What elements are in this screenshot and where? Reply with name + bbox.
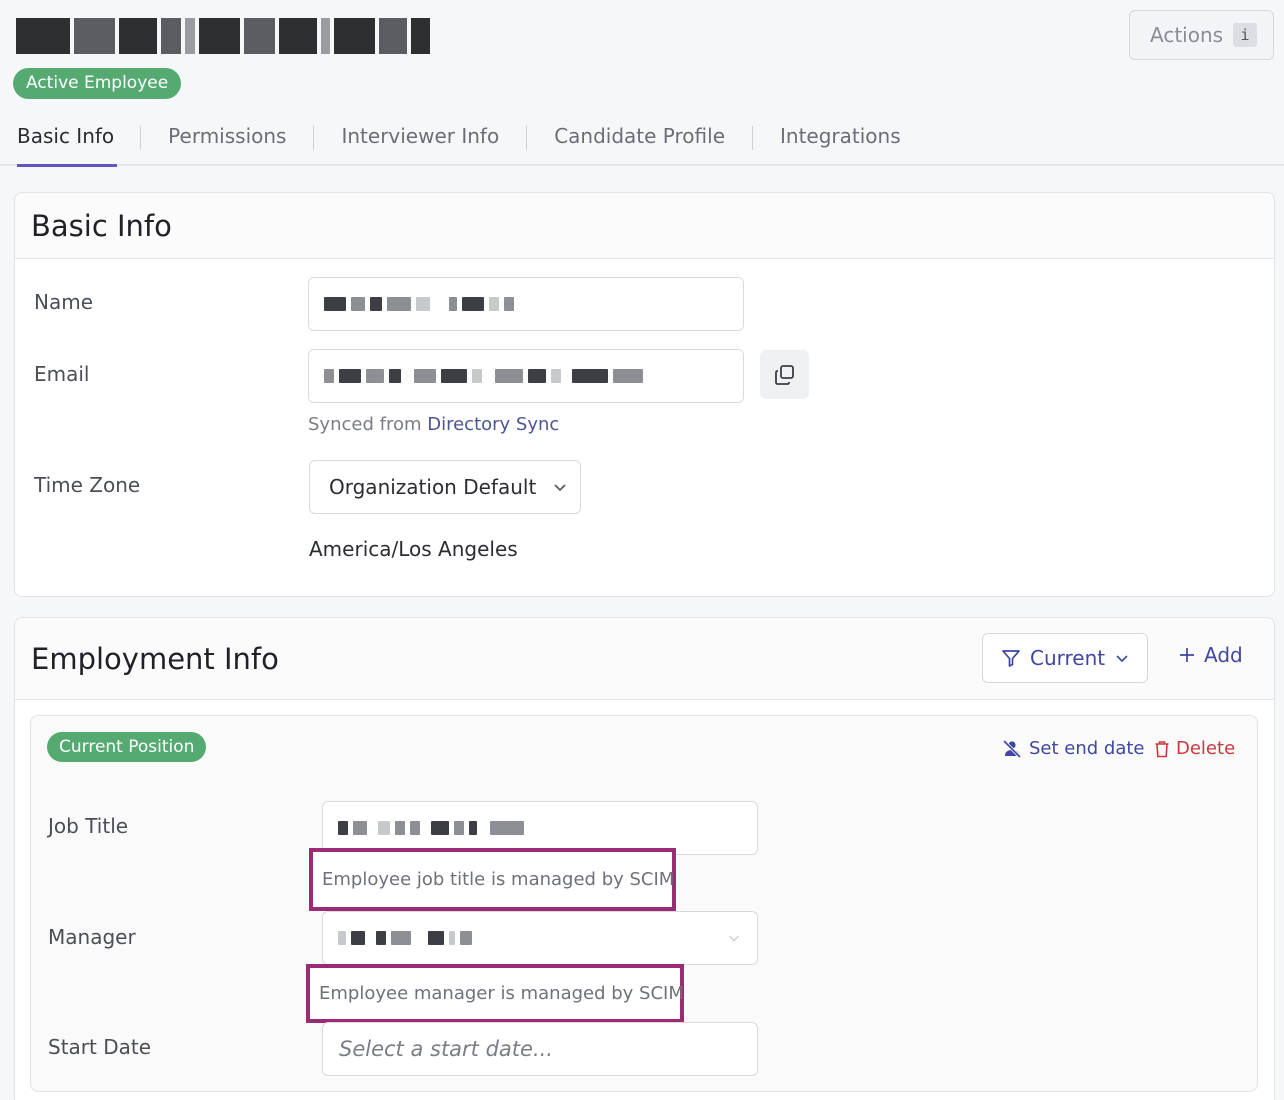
actions-label: Actions — [1150, 23, 1224, 47]
job-title-scim-note: Employee job title is managed by SCIM — [309, 848, 676, 911]
chevron-down-icon — [554, 484, 566, 492]
start-date-input[interactable]: Select a start date... — [322, 1022, 758, 1076]
current-position-badge: Current Position — [47, 732, 207, 762]
keyboard-shortcut-badge: i — [1233, 23, 1258, 47]
trash-icon — [1155, 740, 1169, 757]
name-value-redacted — [324, 297, 514, 311]
email-label: Email — [34, 362, 90, 386]
job-title-value-redacted — [338, 821, 524, 835]
chevron-down-icon — [1116, 655, 1128, 663]
email-input[interactable] — [308, 349, 744, 403]
time-zone-label: Time Zone — [34, 473, 141, 497]
time-zone-select[interactable]: Organization Default — [309, 460, 581, 514]
manager-scim-note: Employee manager is managed by SCIM — [306, 964, 684, 1023]
delete-position-button[interactable]: Delete — [1154, 738, 1235, 759]
sync-prefix: Synced from — [308, 414, 422, 435]
sync-source: Directory Sync — [427, 414, 560, 435]
tab-basic-info[interactable]: Basic Info — [17, 112, 118, 167]
employee-name — [16, 14, 430, 58]
manager-value-redacted — [338, 931, 472, 945]
name-input[interactable] — [308, 277, 744, 331]
time-zone-selected: Organization Default — [329, 475, 537, 499]
section-title: Basic Info — [15, 193, 1274, 259]
copy-email-button[interactable] — [760, 350, 809, 399]
employee-header: Active Employee Actions i Basic Info Per… — [0, 0, 1284, 167]
chevron-down-icon — [729, 935, 739, 942]
tab-candidate-profile[interactable]: Candidate Profile — [554, 112, 725, 166]
sync-note: Synced from Directory Sync — [308, 414, 559, 435]
tab-integrations[interactable]: Integrations — [780, 112, 901, 166]
job-title-label: Job Title — [48, 814, 129, 838]
manager-select[interactable] — [322, 911, 758, 965]
filter-label: Current — [1030, 646, 1106, 670]
profile-tabs: Basic Info Permissions Interviewer Info … — [0, 112, 901, 167]
user-off-icon — [1002, 739, 1022, 758]
tab-divider — [140, 126, 142, 150]
set-end-date-button[interactable]: Set end date — [1002, 738, 1145, 759]
delete-label: Delete — [1176, 738, 1236, 759]
start-date-label: Start Date — [48, 1035, 152, 1059]
plus-icon — [1180, 648, 1194, 662]
set-end-date-label: Set end date — [1029, 738, 1145, 759]
name-label: Name — [34, 290, 94, 314]
tab-interviewer-info[interactable]: Interviewer Info — [341, 112, 499, 166]
tab-divider — [526, 126, 528, 150]
copy-icon — [774, 364, 794, 385]
add-label: Add — [1204, 643, 1243, 667]
tab-divider — [752, 126, 753, 150]
tab-divider — [313, 126, 315, 150]
filter-icon — [1002, 650, 1020, 667]
job-title-input[interactable] — [322, 801, 758, 855]
filter-dropdown[interactable]: Current — [982, 633, 1148, 683]
resolved-time-zone: America/Los Angeles — [309, 537, 518, 561]
manager-label: Manager — [48, 925, 136, 949]
email-value-redacted — [324, 369, 643, 383]
tab-permissions[interactable]: Permissions — [168, 112, 286, 166]
add-employment-button[interactable]: Add — [1178, 643, 1243, 667]
actions-button[interactable]: Actions i — [1129, 10, 1274, 60]
start-date-placeholder: Select a start date... — [339, 1037, 553, 1061]
status-badge: Active Employee — [13, 68, 182, 99]
